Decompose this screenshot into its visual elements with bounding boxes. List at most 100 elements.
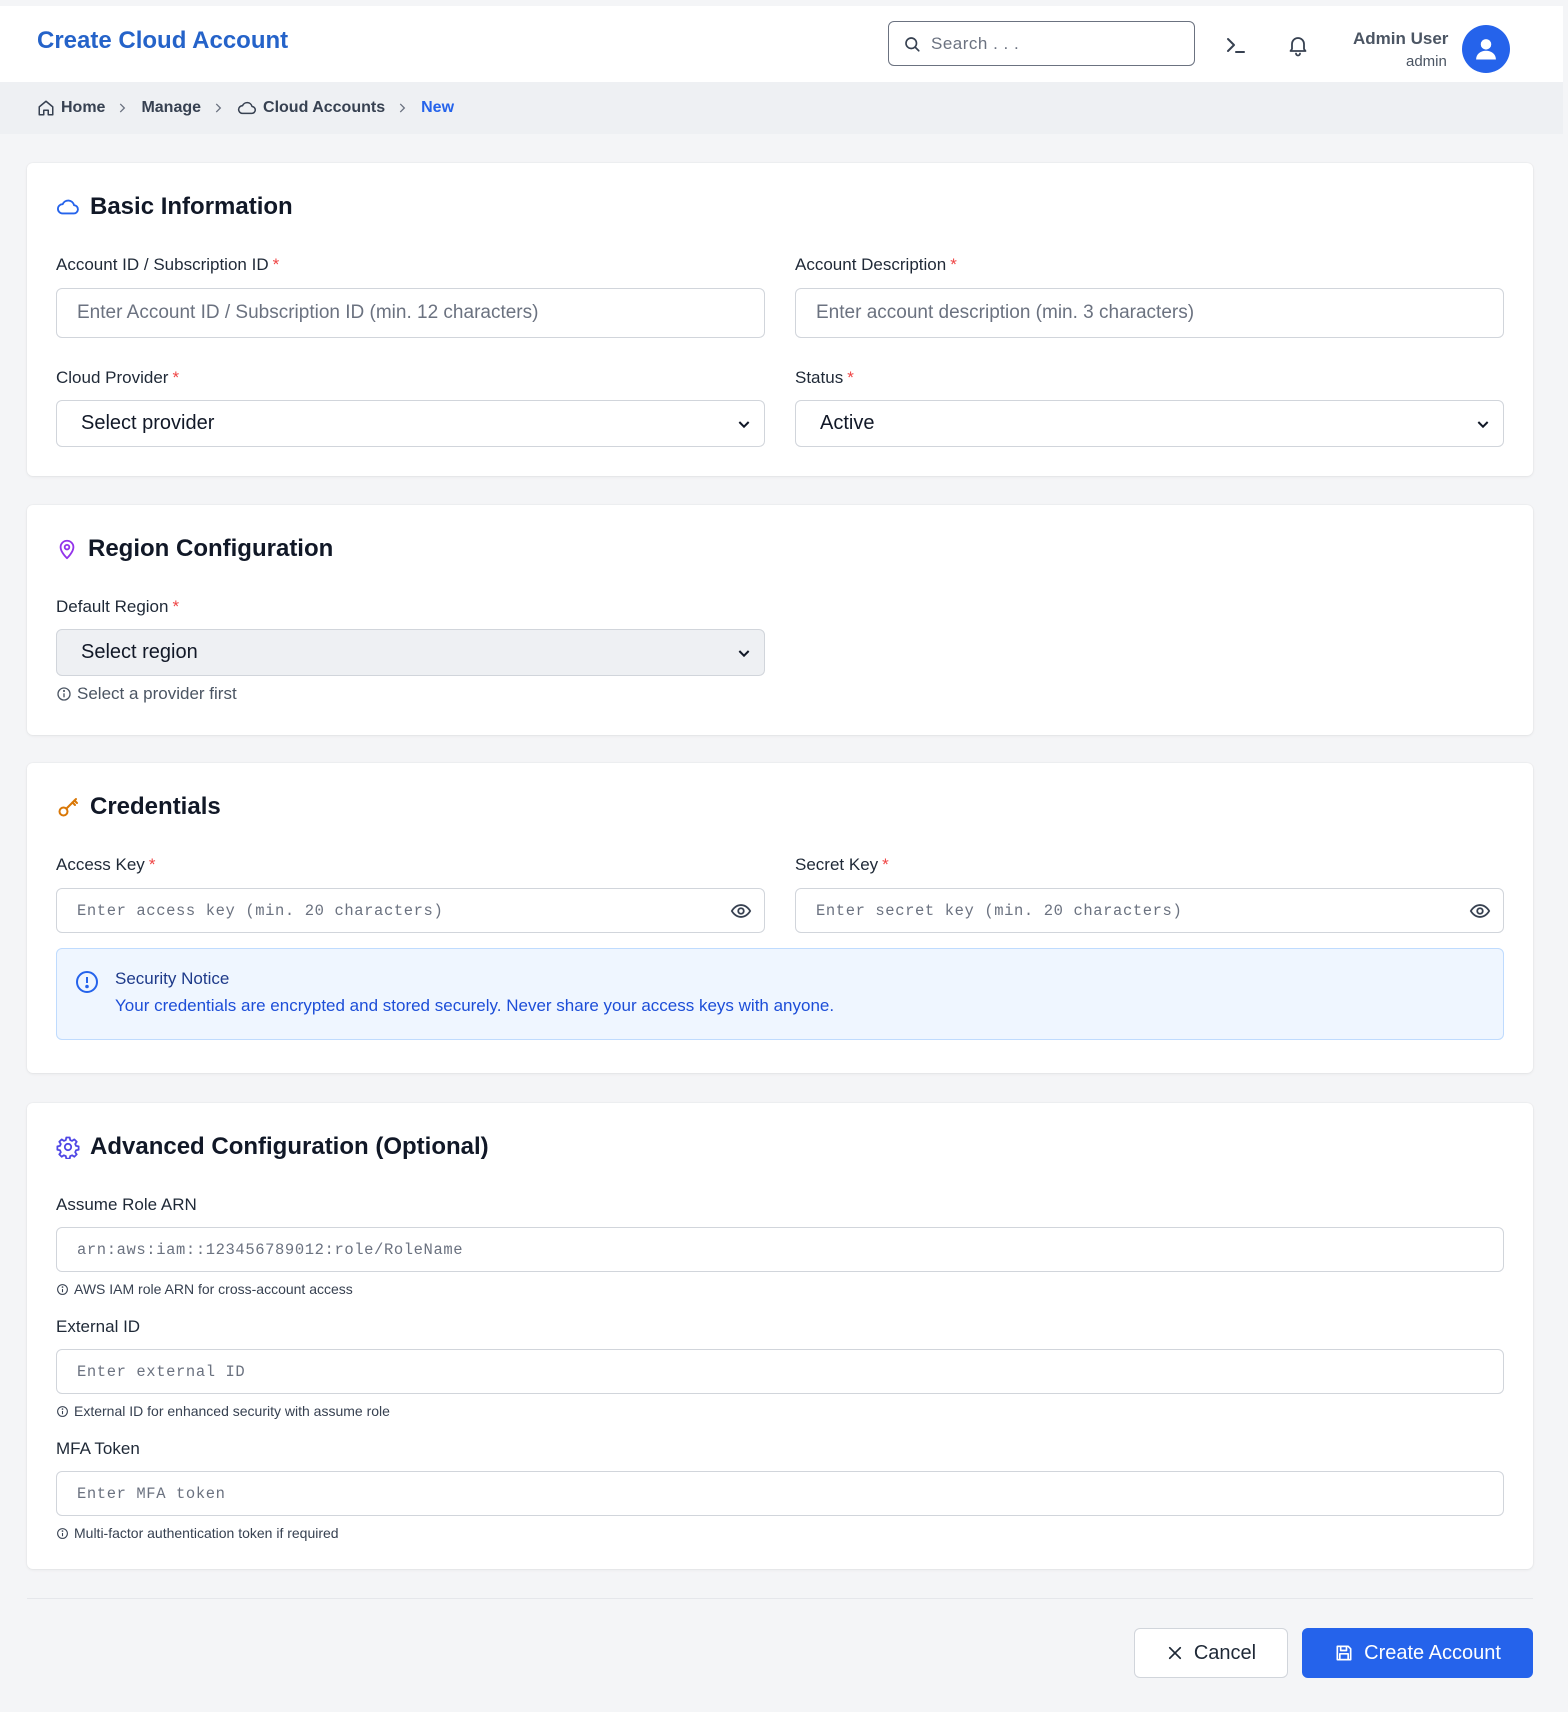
create-account-button-label: Create Account bbox=[1364, 1641, 1501, 1664]
secret-key-label: Secret Key * bbox=[795, 855, 889, 875]
account-description-input[interactable] bbox=[816, 302, 1503, 324]
mfa-token-field[interactable] bbox=[56, 1471, 1504, 1516]
mfa-token-hint: Multi-factor authentication token if req… bbox=[56, 1525, 339, 1541]
section-title: Advanced Configuration (Optional) bbox=[90, 1133, 489, 1160]
cloud-provider-label-text: Cloud Provider bbox=[56, 368, 169, 387]
chevron-down-icon bbox=[1477, 420, 1489, 428]
info-icon bbox=[57, 1405, 68, 1417]
user-name: Admin User bbox=[1353, 29, 1449, 48]
default-region-label: Default Region * bbox=[56, 597, 179, 617]
region-configuration-card: Region Configuration Default Region * Sel… bbox=[27, 505, 1533, 735]
cancel-button[interactable]: Cancel bbox=[1134, 1628, 1288, 1678]
terminal-icon bbox=[1227, 38, 1245, 53]
cloud-provider-label: Cloud Provider * bbox=[56, 368, 179, 388]
access-key-input[interactable] bbox=[77, 901, 764, 920]
external-id-label: External ID bbox=[56, 1317, 141, 1336]
assume-role-arn-label: Assume Role ARN bbox=[56, 1195, 197, 1214]
bell-icon bbox=[1289, 37, 1307, 57]
section-title: Region Configuration bbox=[88, 535, 334, 562]
status-label: Status * bbox=[795, 368, 854, 388]
search-box[interactable] bbox=[888, 21, 1195, 66]
status-select[interactable]: Active bbox=[795, 400, 1504, 447]
divider bbox=[27, 1598, 1533, 1599]
chevron-right-icon bbox=[395, 101, 409, 115]
mfa-token-input[interactable] bbox=[77, 1484, 1503, 1503]
access-key-field[interactable] bbox=[56, 888, 765, 933]
section-title: Credentials bbox=[90, 793, 221, 820]
external-id-input[interactable] bbox=[77, 1362, 1503, 1381]
search-icon bbox=[905, 36, 920, 52]
info-icon bbox=[57, 687, 71, 701]
cloud-icon bbox=[237, 101, 257, 115]
external-id-hint: External ID for enhanced security with a… bbox=[56, 1403, 390, 1419]
mfa-token-label: MFA Token bbox=[56, 1439, 140, 1458]
default-region-label-text: Default Region bbox=[56, 597, 169, 616]
secret-key-label-text: Secret Key bbox=[795, 855, 879, 874]
map-pin-icon bbox=[59, 539, 75, 560]
secret-key-field[interactable] bbox=[795, 888, 1504, 933]
breadcrumb-home[interactable]: Home bbox=[37, 99, 105, 117]
security-notice: Security Notice Your credentials are enc… bbox=[56, 948, 1504, 1040]
secret-key-input[interactable] bbox=[816, 901, 1503, 920]
cloud-icon bbox=[57, 199, 79, 215]
security-notice-title: Security Notice bbox=[115, 969, 230, 988]
breadcrumb-manage-label: Manage bbox=[141, 99, 202, 116]
create-account-button[interactable]: Create Account bbox=[1302, 1628, 1533, 1678]
breadcrumb-manage[interactable]: Manage bbox=[141, 99, 201, 117]
cancel-button-label: Cancel bbox=[1193, 1641, 1257, 1664]
external-id-field[interactable] bbox=[56, 1349, 1504, 1394]
account-description-field[interactable] bbox=[795, 288, 1504, 338]
access-key-label: Access Key * bbox=[56, 855, 155, 875]
chevron-down-icon bbox=[738, 649, 750, 657]
account-id-input[interactable] bbox=[77, 302, 764, 324]
info-icon bbox=[57, 1527, 68, 1539]
top-bar: Create Cloud Account Admin User admin bbox=[0, 6, 1563, 82]
default-region-hint: Select a provider first bbox=[56, 684, 237, 704]
breadcrumb-home-label: Home bbox=[61, 99, 106, 116]
required-mark: * bbox=[148, 855, 156, 874]
toggle-visibility-button[interactable] bbox=[730, 900, 752, 927]
eye-icon bbox=[730, 904, 752, 918]
breadcrumb-cloud-accounts[interactable]: Cloud Accounts bbox=[237, 99, 385, 117]
required-mark: * bbox=[950, 255, 957, 274]
region-configuration-title: Region Configuration bbox=[56, 535, 333, 563]
breadcrumb: Home Manage Cloud Accounts New bbox=[0, 82, 1563, 134]
account-description-label: Account Description * bbox=[795, 255, 957, 275]
search-input[interactable] bbox=[931, 33, 1171, 54]
account-id-field[interactable] bbox=[56, 288, 765, 338]
assume-role-arn-input[interactable] bbox=[77, 1240, 1503, 1259]
assume-role-arn-field[interactable] bbox=[56, 1227, 1504, 1272]
security-notice-text: Your credentials are encrypted and store… bbox=[115, 996, 835, 1015]
close-icon bbox=[1168, 1646, 1181, 1660]
credentials-title: Credentials bbox=[56, 793, 221, 821]
gear-icon bbox=[56, 1136, 80, 1159]
mfa-token-hint-text: Multi-factor authentication token if req… bbox=[74, 1525, 339, 1541]
external-id-hint-text: External ID for enhanced security with a… bbox=[74, 1403, 390, 1419]
advanced-configuration-title: Advanced Configuration (Optional) bbox=[56, 1133, 489, 1161]
assume-role-arn-hint: AWS IAM role ARN for cross-account acces… bbox=[56, 1281, 353, 1297]
notifications-button[interactable] bbox=[1283, 30, 1313, 60]
cloud-provider-select[interactable]: Select provider bbox=[56, 400, 765, 447]
default-region-hint-text: Select a provider first bbox=[77, 684, 237, 703]
status-label-text: Status bbox=[795, 368, 844, 387]
assume-role-arn-hint-text: AWS IAM role ARN for cross-account acces… bbox=[74, 1281, 353, 1297]
account-description-label-text: Account Description bbox=[795, 255, 947, 274]
info-icon bbox=[57, 1283, 68, 1295]
access-key-label-text: Access Key bbox=[56, 855, 145, 874]
save-icon bbox=[1336, 1645, 1352, 1661]
chevron-down-icon bbox=[738, 420, 750, 428]
avatar[interactable] bbox=[1462, 25, 1510, 73]
required-mark: * bbox=[882, 855, 889, 874]
basic-information-card: Basic Information Account ID / Subscript… bbox=[27, 163, 1533, 476]
key-icon bbox=[58, 798, 78, 817]
default-region-select[interactable]: Select region bbox=[56, 629, 765, 676]
home-icon bbox=[38, 100, 54, 116]
user-avatar-icon bbox=[1476, 39, 1496, 60]
required-mark: * bbox=[172, 597, 180, 616]
terminal-button[interactable] bbox=[1221, 30, 1251, 60]
breadcrumb-current: New bbox=[421, 99, 455, 116]
section-title: Basic Information bbox=[90, 193, 293, 220]
toggle-visibility-button[interactable] bbox=[1469, 900, 1491, 927]
default-region-value: Select region bbox=[81, 641, 198, 663]
chevron-right-icon bbox=[115, 101, 129, 115]
